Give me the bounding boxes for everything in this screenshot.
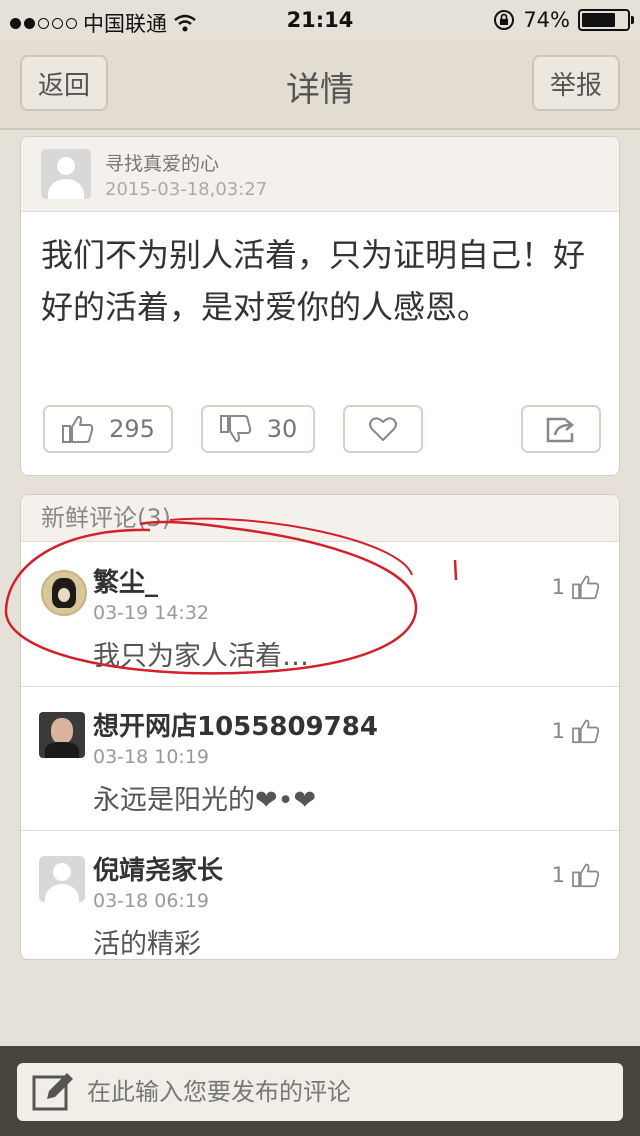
comment-item[interactable]: 繁尘_ 03-19 14:32 我只为家人活着… 1 xyxy=(21,542,619,687)
navigation-bar: 返回 详情 举报 xyxy=(0,40,640,130)
comment-like-count: 1 xyxy=(551,863,565,887)
comment-timestamp: 03-18 06:19 xyxy=(93,890,210,912)
status-bar: 中国联通 21:14 74% xyxy=(0,0,640,40)
comment-like-button[interactable]: 1 xyxy=(552,574,601,600)
comment-author[interactable]: 倪靖尧家长 xyxy=(93,850,223,887)
comment-timestamp: 03-18 10:19 xyxy=(93,746,210,768)
heart-icon xyxy=(369,417,397,441)
comment-input[interactable] xyxy=(85,1071,609,1113)
avatar[interactable] xyxy=(39,856,85,902)
favorite-button[interactable] xyxy=(343,405,423,453)
avatar[interactable] xyxy=(41,570,87,616)
post-content: 我们不为别人活着，只为证明自己！好好的活着，是对爱你的人感恩。 xyxy=(41,236,586,326)
edit-icon xyxy=(32,1073,73,1111)
comment-like-button[interactable]: 1 xyxy=(552,862,601,888)
battery-icon xyxy=(578,9,634,31)
comment-timestamp: 03-19 14:32 xyxy=(93,602,210,624)
comment-like-count: 1 xyxy=(551,719,565,743)
battery-percent: 74% xyxy=(523,8,570,32)
dislike-count: 30 xyxy=(266,415,298,443)
report-button[interactable]: 举报 xyxy=(532,55,620,111)
comment-input-box[interactable] xyxy=(17,1063,623,1121)
thumbs-up-icon xyxy=(62,415,94,443)
compose-bar xyxy=(0,1046,640,1136)
post-author[interactable]: 寻找真爱的心 xyxy=(105,149,219,176)
thumbs-up-icon xyxy=(572,719,600,744)
like-count: 295 xyxy=(109,415,155,443)
comment-item[interactable]: 想开网店1055809784 03-18 10:19 永远是阳光的❤•❤ 1 xyxy=(21,686,619,831)
comment-text: 永远是阳光的❤•❤ xyxy=(93,785,317,816)
comment-text: 活的精彩 xyxy=(93,929,201,960)
thumbs-up-icon xyxy=(572,575,600,600)
comment-text: 我只为家人活着… xyxy=(93,641,309,672)
avatar[interactable] xyxy=(41,149,91,199)
status-right: 74% xyxy=(493,8,634,32)
comments-card: 新鲜评论(3) 繁尘_ 03-19 14:32 我只为家人活着… 1 想开网店1… xyxy=(20,494,620,960)
post-header: 寻找真爱的心 2015-03-18,03:27 xyxy=(21,137,619,212)
share-button[interactable] xyxy=(521,405,601,453)
thumbs-down-icon xyxy=(219,415,251,443)
post-timestamp: 2015-03-18,03:27 xyxy=(105,179,268,200)
like-button[interactable]: 295 xyxy=(43,405,173,453)
comment-author[interactable]: 繁尘_ xyxy=(93,562,158,599)
comment-author[interactable]: 想开网店1055809784 xyxy=(93,706,378,743)
post-card: 寻找真爱的心 2015-03-18,03:27 我们不为别人活着，只为证明自己！… xyxy=(20,136,620,476)
comments-header: 新鲜评论(3) xyxy=(21,495,619,542)
avatar[interactable] xyxy=(39,712,85,758)
share-icon xyxy=(546,417,574,443)
rotation-lock-icon xyxy=(494,10,515,30)
comment-like-button[interactable]: 1 xyxy=(552,718,601,744)
thumbs-up-icon xyxy=(572,863,600,888)
comment-item[interactable]: 倪靖尧家长 03-18 06:19 活的精彩 1 xyxy=(21,830,619,960)
comment-like-count: 1 xyxy=(551,575,565,599)
dislike-button[interactable]: 30 xyxy=(201,405,315,453)
